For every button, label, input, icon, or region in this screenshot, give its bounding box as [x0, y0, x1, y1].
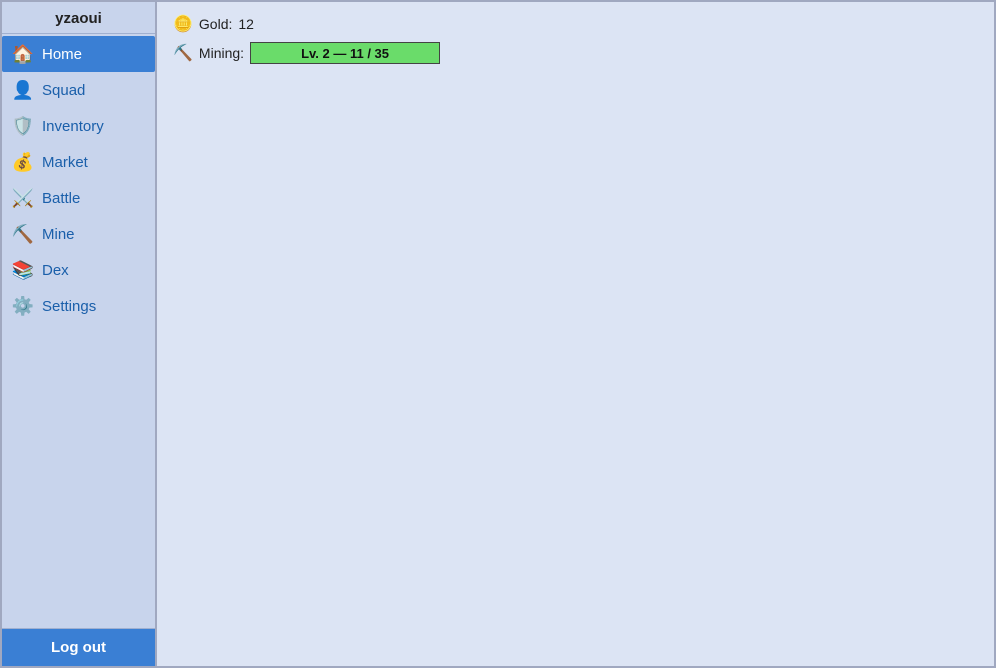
sidebar-item-inventory[interactable]: 🛡️ Inventory	[2, 108, 155, 144]
gold-label: Gold:	[199, 16, 232, 32]
username: yzaoui	[2, 2, 155, 34]
sidebar-item-label: Home	[42, 46, 82, 63]
sidebar: yzaoui 🏠 Home 👤 Squad 🛡️ Inventory 💰 Mar…	[2, 2, 157, 666]
mine-icon: ⛏️	[12, 223, 34, 245]
mining-progress-bar: Lv. 2 — 11 / 35	[250, 42, 440, 64]
sidebar-item-label: Mine	[42, 226, 75, 243]
sidebar-item-home[interactable]: 🏠 Home	[2, 36, 155, 72]
sidebar-item-squad[interactable]: 👤 Squad	[2, 72, 155, 108]
sidebar-item-settings[interactable]: ⚙️ Settings	[2, 288, 155, 324]
gold-value: 12	[238, 16, 254, 32]
home-icon: 🏠	[12, 43, 34, 65]
mining-icon: ⛏️	[173, 43, 193, 63]
sidebar-item-market[interactable]: 💰 Market	[2, 144, 155, 180]
nav-menu: 🏠 Home 👤 Squad 🛡️ Inventory 💰 Market ⚔️ …	[2, 34, 155, 628]
sidebar-item-label: Settings	[42, 298, 96, 315]
dex-icon: 📚	[12, 259, 34, 281]
sidebar-item-dex[interactable]: 📚 Dex	[2, 252, 155, 288]
sidebar-item-battle[interactable]: ⚔️ Battle	[2, 180, 155, 216]
market-icon: 💰	[12, 151, 34, 173]
sidebar-item-label: Market	[42, 154, 88, 171]
mining-bar-text: Lv. 2 — 11 / 35	[301, 46, 389, 61]
settings-icon: ⚙️	[12, 295, 34, 317]
battle-icon: ⚔️	[12, 187, 34, 209]
mining-label: Mining:	[199, 45, 244, 61]
inventory-icon: 🛡️	[12, 115, 34, 137]
main-content: 🪙 Gold: 12 ⛏️ Mining: Lv. 2 — 11 / 35	[157, 2, 994, 666]
squad-icon: 👤	[12, 79, 34, 101]
sidebar-item-label: Squad	[42, 82, 85, 99]
mining-row: ⛏️ Mining: Lv. 2 — 11 / 35	[173, 42, 978, 64]
sidebar-item-label: Inventory	[42, 118, 104, 135]
gold-icon: 🪙	[173, 14, 193, 34]
sidebar-item-label: Dex	[42, 262, 69, 279]
gold-row: 🪙 Gold: 12	[173, 14, 978, 34]
logout-button[interactable]: Log out	[2, 628, 155, 666]
sidebar-item-mine[interactable]: ⛏️ Mine	[2, 216, 155, 252]
sidebar-item-label: Battle	[42, 190, 80, 207]
